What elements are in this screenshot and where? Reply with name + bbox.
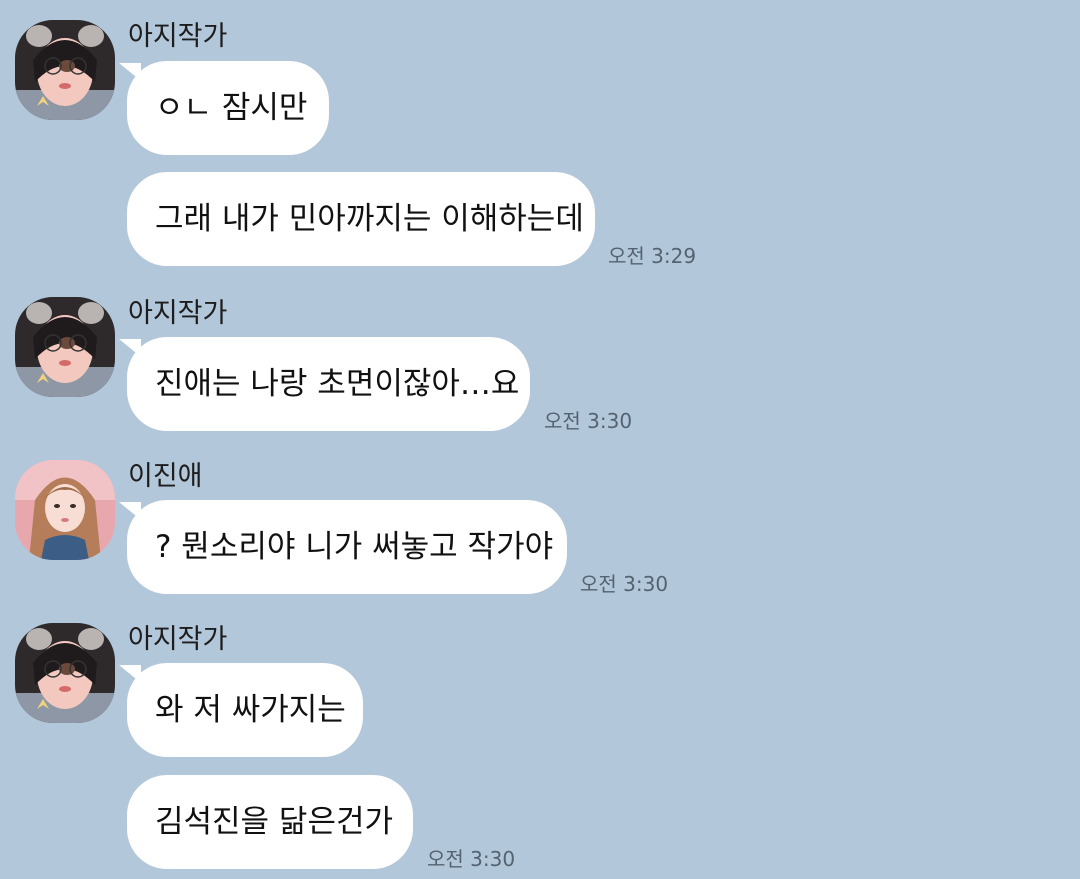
message-time: 오전 3:30	[427, 847, 516, 871]
sender-name: 아지작가	[128, 21, 228, 52]
sender-name: 아지작가	[128, 624, 228, 655]
message-bubble[interactable]: 그래 내가 민아까지는 이해하는데	[127, 172, 595, 266]
sender-name: 이진애	[128, 461, 203, 492]
sender-name: 아지작가	[128, 298, 228, 329]
message-bubble[interactable]: 김석진을 닮은건가	[127, 775, 413, 869]
profile-avatar[interactable]	[15, 297, 115, 397]
message-bubble[interactable]: ? 뭔소리야 니가 써놓고 작가야	[119, 500, 567, 594]
message-bubble[interactable]: 와 저 싸가지는	[119, 663, 363, 757]
message-time: 오전 3:30	[544, 409, 633, 433]
profile-avatar[interactable]	[15, 623, 115, 723]
message-time: 오전 3:30	[580, 572, 669, 596]
message-bubble[interactable]: ㅇㄴ 잠시만	[119, 61, 329, 155]
profile-photo-icon	[15, 20, 115, 120]
chat-room: 아지작가 ㅇㄴ 잠시만 그래 내가 민아까지는 이해하는데 오전 3:29 아지…	[0, 0, 1080, 879]
profile-avatar[interactable]	[15, 20, 115, 120]
profile-photo-icon	[15, 623, 115, 723]
profile-avatar[interactable]	[15, 460, 115, 560]
profile-photo-icon	[15, 460, 115, 560]
message-bubble[interactable]: 진애는 나랑 초면이잖아…요	[119, 337, 530, 431]
profile-photo-icon	[15, 297, 115, 397]
message-time: 오전 3:29	[608, 244, 697, 268]
